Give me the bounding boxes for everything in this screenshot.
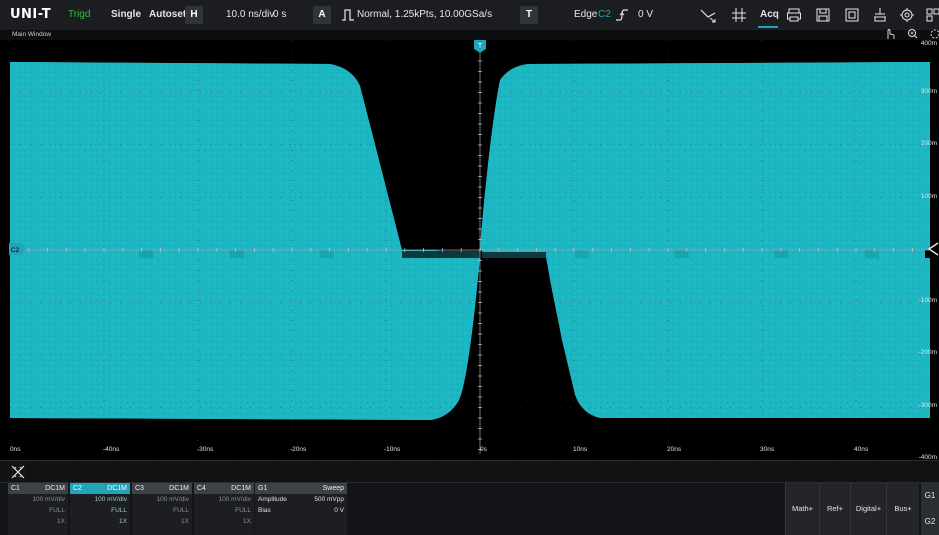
channel-c4-box[interactable]: C4 DC1M 100 mV/div FULL 1X: [194, 483, 254, 535]
offset-readout[interactable]: 0 s: [273, 0, 286, 30]
x-axis-label: 10ns: [573, 446, 588, 453]
x-axis-label: -30ns: [197, 446, 214, 453]
trigger-type[interactable]: Edge: [574, 0, 597, 30]
channel-scale: 100 mV/div: [32, 496, 65, 503]
x-axis-label: -40ns: [103, 446, 120, 453]
trigger-button[interactable]: T: [520, 6, 538, 24]
channel-bandwidth: FULL: [49, 507, 65, 514]
channel-name: C4: [197, 485, 206, 492]
generator-tab-g2[interactable]: G2: [921, 509, 939, 535]
ref-add-button[interactable]: Ref+: [819, 483, 850, 535]
channel-coupling: DC1M: [45, 485, 65, 492]
channel-probe: 1X: [119, 518, 127, 525]
digital-add-button[interactable]: Digital+: [850, 483, 886, 535]
x-axis-label: 20ns: [667, 446, 682, 453]
y-axis-label: 200m: [921, 140, 937, 147]
channel-coupling: DC1M: [169, 485, 189, 492]
svg-text:C2: C2: [11, 247, 20, 254]
generator-tab-g1[interactable]: G1: [921, 483, 939, 509]
rising-edge-icon: [615, 7, 629, 23]
trigger-source[interactable]: C2: [598, 0, 611, 30]
channel-probe: 1X: [57, 518, 65, 525]
channel-offset-marker[interactable]: C2: [9, 243, 25, 255]
channel-probe: 1X: [181, 518, 189, 525]
save-icon[interactable]: [815, 7, 831, 23]
trigger-status: Trigd: [68, 9, 91, 20]
y-axis-label: 100m: [921, 193, 937, 200]
generator-mode: Sweep: [322, 485, 344, 492]
channel-c2-box[interactable]: C2 DC1M 100 mV/div FULL 1X: [70, 483, 130, 535]
top-toolbar: UNI-T Trigd Single Autoset H 10.0 ns/div…: [0, 0, 939, 31]
channel-scale: 100 mV/div: [94, 496, 127, 503]
y-axis-label: -200m: [919, 349, 937, 356]
pulse-waveform-icon: [341, 8, 355, 22]
waveform-display[interactable]: 0ns -40ns -30ns -20ns -10ns 0s 10ns 20ns 30ns 40n…: [0, 39, 939, 461]
print-icon[interactable]: [786, 7, 802, 23]
x-axis-label: 40ns: [854, 446, 869, 453]
x-axis-label: 0s: [480, 446, 488, 453]
channel-bandwidth: FULL: [111, 507, 127, 514]
channel-scale: 100 mV/div: [218, 496, 251, 503]
generator-name: G1: [258, 485, 268, 492]
tools-bar: [0, 460, 939, 483]
channel-name: C1: [11, 485, 20, 492]
window-title-bar: Main Window: [0, 29, 939, 40]
svg-text:T: T: [478, 43, 483, 50]
timebase-readout[interactable]: 10.0 ns/div: [226, 0, 274, 30]
channel-probe: 1X: [243, 518, 251, 525]
math-add-button[interactable]: Math+: [785, 483, 819, 535]
channel-coupling: DC1M: [231, 485, 251, 492]
x-axis-label: -10ns: [384, 446, 401, 453]
y-axis-label: 400m: [921, 40, 937, 47]
single-button[interactable]: Single: [111, 0, 141, 30]
channel-bandwidth: FULL: [235, 507, 251, 514]
x-axis-label: -20ns: [290, 446, 307, 453]
y-axis-label: -100m: [919, 297, 937, 304]
window-title: Main Window: [12, 31, 52, 38]
y-axis-label: 300m: [921, 88, 937, 95]
x-axis-label: 0ns: [10, 446, 21, 453]
waveform-canvas[interactable]: 0ns -40ns -30ns -20ns -10ns 0s 10ns 20ns 30ns 40n…: [0, 39, 939, 461]
bias-value: 0 V: [334, 507, 344, 514]
cursor-measure-icon[interactable]: [700, 7, 716, 23]
probe-icon[interactable]: [872, 7, 888, 23]
autoset-button[interactable]: Autoset: [149, 0, 186, 30]
bias-label: Bias: [258, 507, 271, 514]
acq-tab-underline: [758, 26, 778, 28]
generator-g1-box[interactable]: G1 Sweep Amplitude 500 mVpp Bias 0 V: [255, 483, 347, 535]
amplitude-label: Amplitude: [258, 496, 287, 503]
channel-name: C3: [135, 485, 144, 492]
channel-bandwidth: FULL: [173, 507, 189, 514]
channel-scale: 100 mV/div: [156, 496, 189, 503]
channel-name: C2: [73, 485, 82, 492]
amplitude-value: 500 mVpp: [314, 496, 344, 503]
trigger-level[interactable]: 0 V: [638, 0, 653, 30]
bus-add-button[interactable]: Bus+: [886, 483, 919, 535]
x-axis-label: 30ns: [760, 446, 775, 453]
acquire-readout[interactable]: Normal, 1.25kPts, 10.00GSa/s: [357, 0, 492, 30]
channel-panel: C1 DC1M 100 mV/div FULL 1X C2 DC1M 100 mV/…: [0, 482, 939, 535]
fullscreen-icon[interactable]: [844, 7, 860, 23]
menu-grid-icon[interactable]: [926, 7, 939, 23]
y-axis-label: -300m: [919, 402, 937, 409]
brand-logo: UNI-T: [10, 7, 52, 22]
channel-c1-box[interactable]: C1 DC1M 100 mV/div FULL 1X: [8, 483, 68, 535]
settings-icon[interactable]: [899, 7, 915, 23]
horizontal-button[interactable]: H: [185, 6, 203, 24]
grid-display-icon[interactable]: [731, 7, 747, 23]
channel-coupling: DC1M: [107, 485, 127, 492]
acquire-button[interactable]: A: [313, 6, 331, 24]
channel-c3-box[interactable]: C3 DC1M 100 mV/div FULL 1X: [132, 483, 192, 535]
